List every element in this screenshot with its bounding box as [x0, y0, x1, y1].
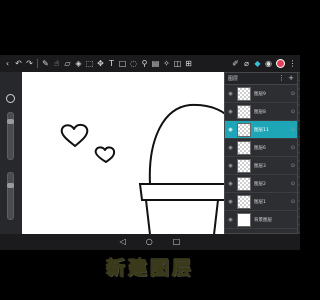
layer-row-selected[interactable]: ◉ 图层11 ⊙: [225, 121, 297, 139]
nav-recents-icon[interactable]: □: [173, 238, 181, 246]
blend-mode-icon[interactable]: ⊙: [291, 91, 295, 97]
ruler-icon[interactable]: ◫: [172, 57, 183, 70]
layer-row[interactable]: ◉ 图层8 ⊙: [225, 103, 297, 121]
drawing-canvas[interactable]: [22, 72, 225, 250]
layer-thumbnail: [237, 122, 251, 137]
system-navigation-bar: ◁ ○ □: [0, 234, 300, 250]
layers-panel-title: 图层: [228, 76, 239, 82]
undo-icon[interactable]: ↶: [13, 57, 24, 70]
back-icon[interactable]: ‹: [2, 57, 13, 70]
layer-thumbnail: [237, 104, 251, 119]
caption-text: 新建图层: [105, 256, 194, 279]
filter-icon[interactable]: ✧: [161, 57, 172, 70]
layer-thumbnail: [237, 158, 251, 173]
layer-thumbnail: [237, 194, 251, 209]
smudge-icon[interactable]: ☝: [51, 57, 62, 70]
blend-mode-icon[interactable]: ⊙: [291, 109, 295, 115]
layer-row[interactable]: ◉ 图层9 ⊙: [225, 85, 297, 103]
blend-mode-icon[interactable]: ⊙: [291, 181, 295, 187]
left-side-panel: [0, 72, 22, 250]
layer-thumbnail: [237, 176, 251, 191]
layer-row[interactable]: ◉ 图层1 ⊙: [225, 193, 297, 211]
canvas-drawing: [60, 103, 225, 250]
layer-name: 图层9: [254, 91, 266, 97]
brush-size-preview-icon: [6, 94, 15, 103]
layer-row-background[interactable]: ◉ 背景图层: [225, 211, 297, 229]
more-icon[interactable]: ⋮: [287, 57, 298, 70]
layer-thumbnail: [237, 140, 251, 155]
layer-menu-icon[interactable]: ⋮: [278, 75, 285, 82]
eyedropper-icon[interactable]: ⌀: [241, 57, 252, 70]
visibility-eye-icon[interactable]: ◉: [227, 127, 234, 133]
visibility-eye-icon[interactable]: ◉: [227, 145, 234, 151]
blend-mode-icon[interactable]: ⊙: [291, 163, 295, 169]
brush-icon[interactable]: ✎: [40, 57, 51, 70]
layer-name: 图层3: [254, 163, 266, 169]
redo-icon[interactable]: ↷: [24, 57, 35, 70]
add-layer-button[interactable]: +: [288, 75, 294, 82]
top-toolbar: ‹ ↶ ↷ ✎ ☝ ▱ ◈ ⬚ ✥ T □ ◌ ⚲ ▤ ✧ ◫ ⊞ ✐ ⌀ ◆ …: [0, 55, 300, 72]
layers-icon[interactable]: ◆: [252, 57, 263, 70]
visibility-eye-icon[interactable]: ◉: [227, 163, 234, 169]
toolbar-divider: [37, 59, 38, 68]
layer-row[interactable]: ◉ 图层2 ⊙: [225, 175, 297, 193]
layer-name: 图层2: [254, 181, 266, 187]
wand-icon[interactable]: ⚲: [139, 57, 150, 70]
layers-panel: 图层 ⋮ + ◉ 图层9 ⊙ ◉ 图层8 ⊙ ◉ 图层11 ⊙ ◉ 图层6 ⊙: [224, 72, 298, 234]
opacity-slider[interactable]: [7, 172, 14, 220]
gradient-icon[interactable]: ▤: [150, 57, 161, 70]
layer-name: 背景图层: [254, 217, 272, 223]
blend-mode-icon[interactable]: ⊙: [291, 199, 295, 205]
layers-panel-header: 图层 ⋮ +: [225, 73, 297, 85]
visibility-eye-icon[interactable]: ◉: [227, 217, 234, 223]
layer-name: 图层11: [254, 127, 269, 133]
layer-thumbnail: [237, 86, 251, 101]
perspective-icon[interactable]: ⊞: [183, 57, 194, 70]
layer-thumbnail: [237, 212, 251, 227]
layer-row[interactable]: ◉ 图层3 ⊙: [225, 157, 297, 175]
layer-row[interactable]: ◉ 图层6 ⊙: [225, 139, 297, 157]
brush-settings-icon[interactable]: ◉: [263, 57, 274, 70]
heart-large: [60, 123, 89, 147]
shape-icon[interactable]: □: [117, 57, 128, 70]
video-caption: 新建图层: [0, 250, 300, 282]
layer-name: 图层1: [254, 199, 266, 205]
visibility-eye-icon[interactable]: ◉: [227, 109, 234, 115]
layer-name: 图层8: [254, 109, 266, 115]
text-icon[interactable]: T: [106, 57, 117, 70]
visibility-eye-icon[interactable]: ◉: [227, 199, 234, 205]
fill-icon[interactable]: ◈: [73, 57, 84, 70]
visibility-eye-icon[interactable]: ◉: [227, 181, 234, 187]
nav-home-icon[interactable]: ○: [146, 238, 153, 246]
lasso-icon[interactable]: ◌: [128, 57, 139, 70]
heart-small: [94, 146, 116, 163]
visibility-eye-icon[interactable]: ◉: [227, 91, 234, 97]
layer-name: 图层6: [254, 145, 266, 151]
nav-back-icon[interactable]: ◁: [120, 238, 126, 246]
pot-dome: [148, 103, 225, 185]
brush-size-knob[interactable]: [7, 119, 14, 124]
blend-mode-icon[interactable]: ⊙: [291, 145, 295, 151]
app-window: ‹ ↶ ↷ ✎ ☝ ▱ ◈ ⬚ ✥ T □ ◌ ⚲ ▤ ✧ ◫ ⊞ ✐ ⌀ ◆ …: [0, 0, 300, 300]
brush-size-slider[interactable]: [7, 112, 14, 160]
transform-icon[interactable]: ✥: [95, 57, 106, 70]
select-icon[interactable]: ⬚: [84, 57, 95, 70]
eraser-icon[interactable]: ▱: [62, 57, 73, 70]
pot-rim: [138, 183, 225, 201]
color-swatch[interactable]: [276, 59, 285, 68]
blend-mode-icon[interactable]: ⊙: [291, 127, 295, 133]
opacity-knob[interactable]: [7, 183, 14, 188]
pen-icon[interactable]: ✐: [230, 57, 241, 70]
